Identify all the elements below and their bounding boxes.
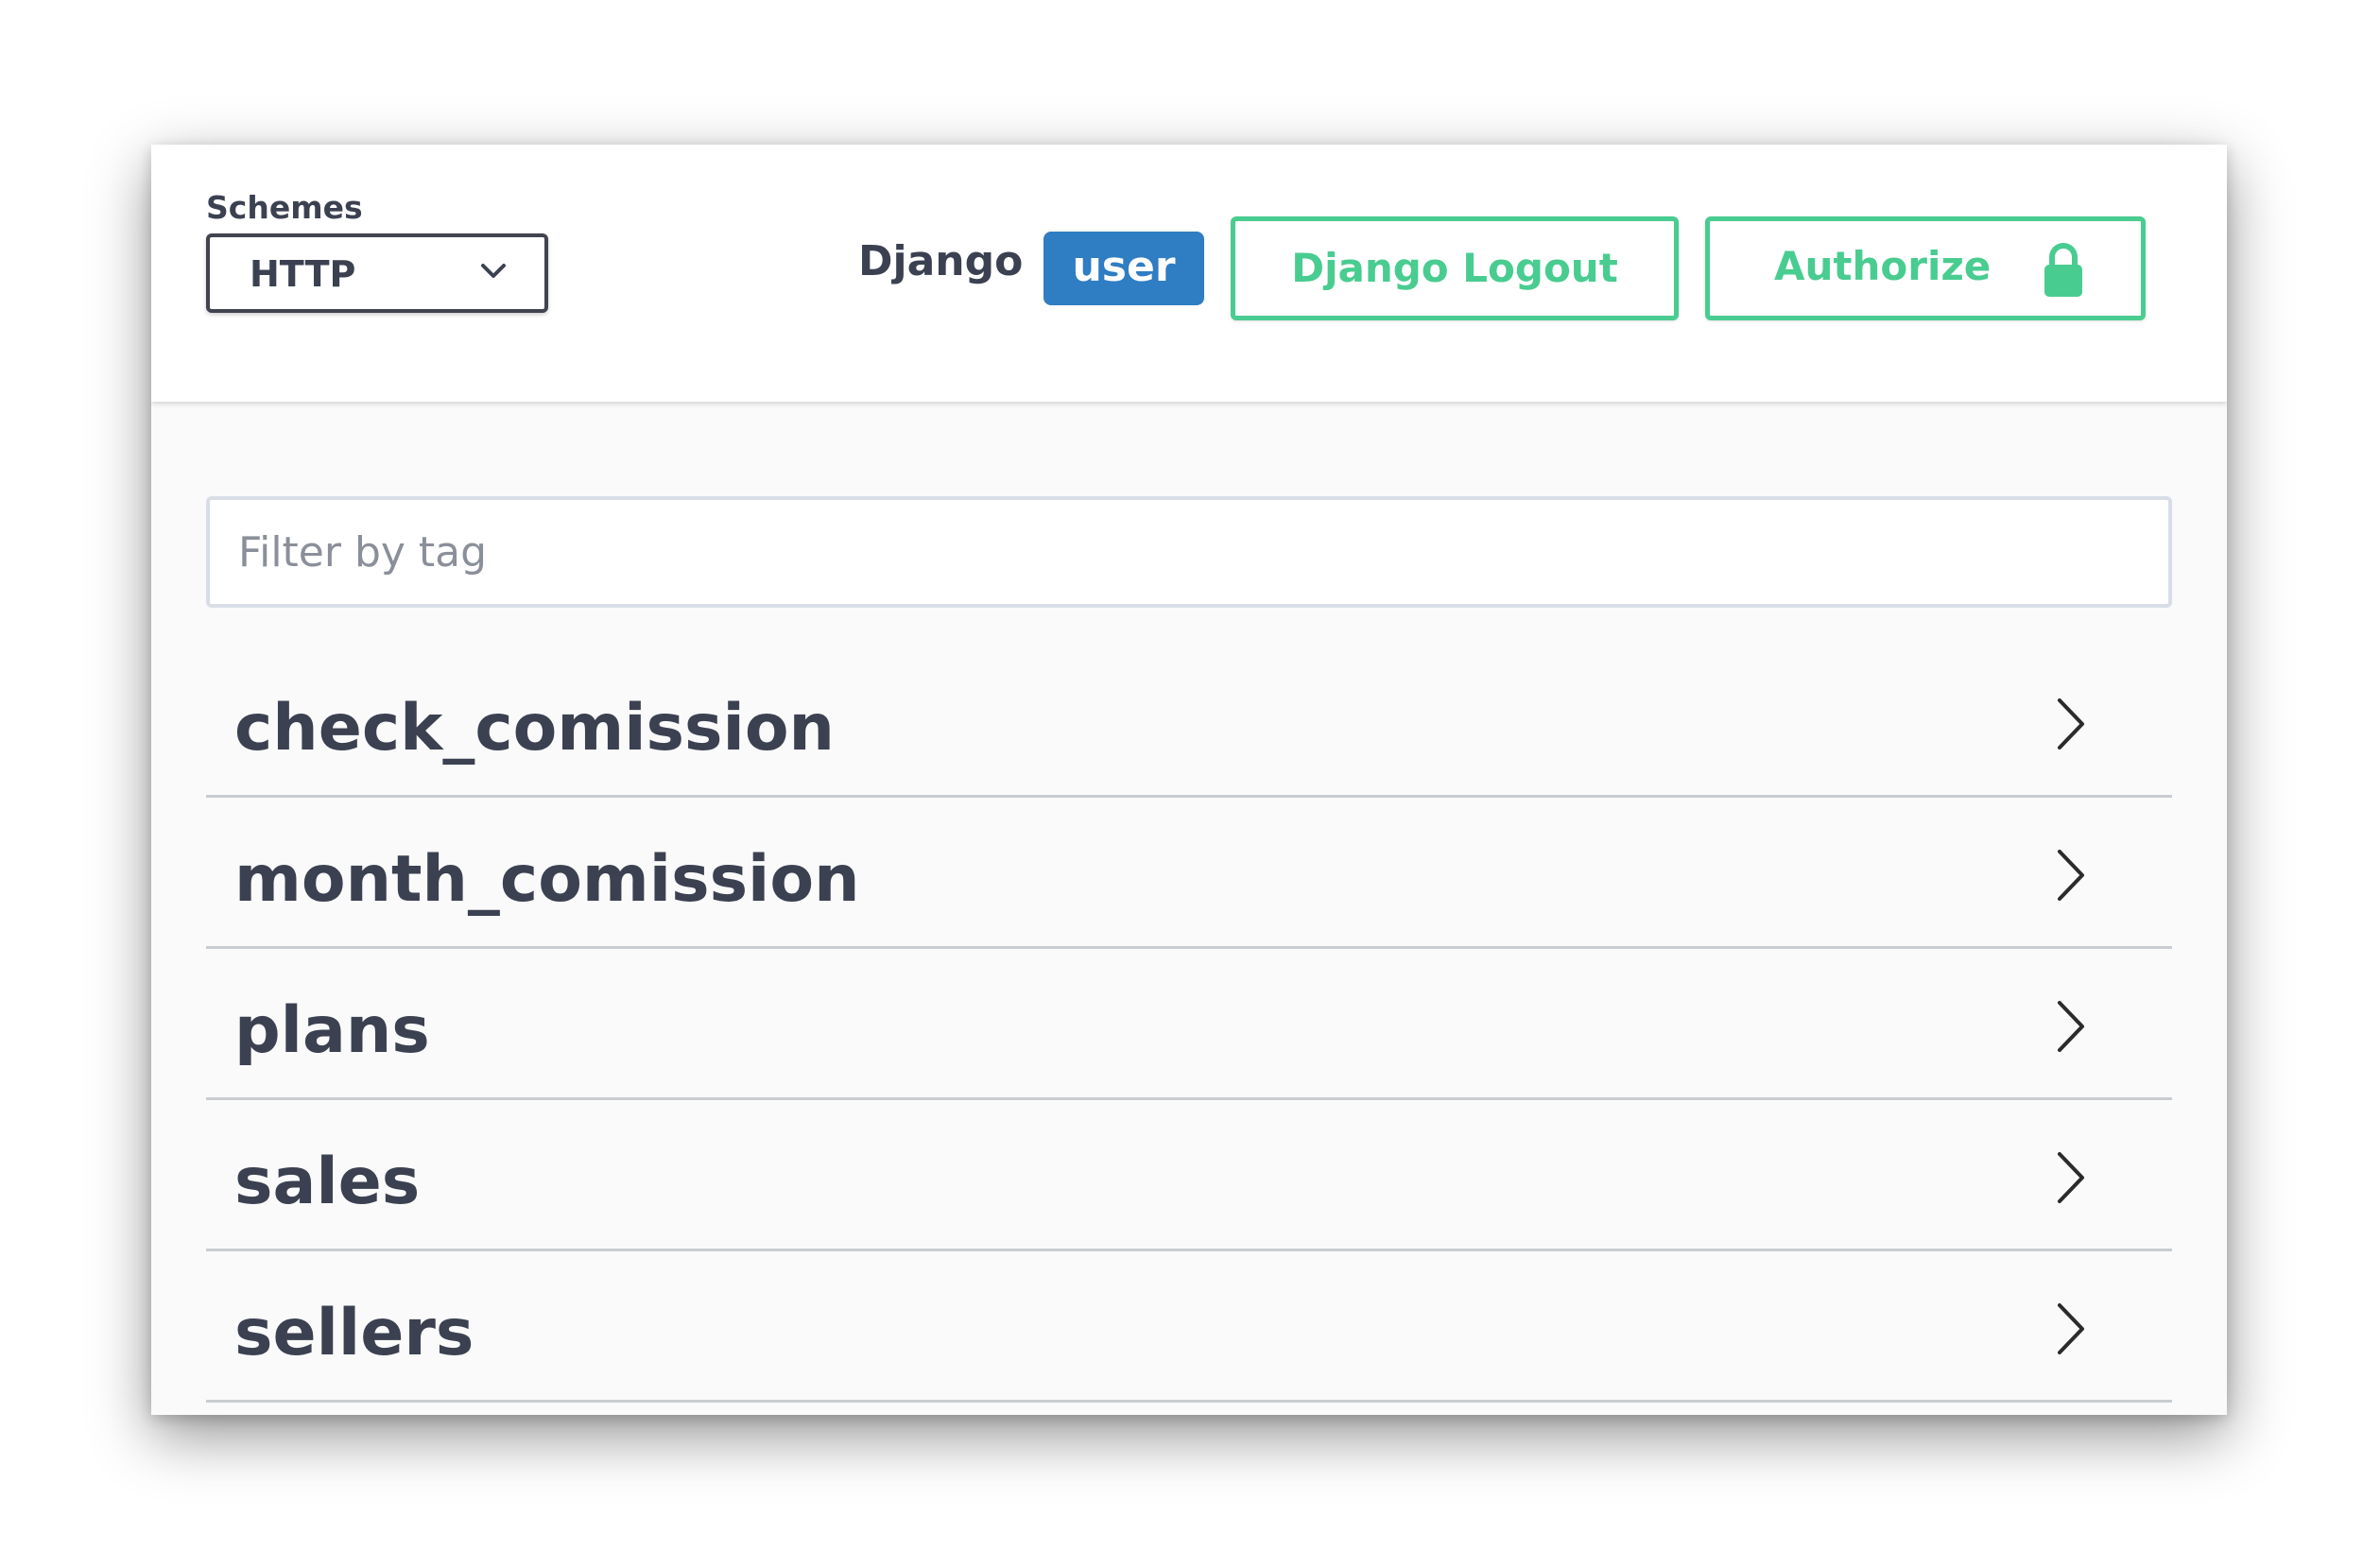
tag-label: month_comission (234, 842, 860, 917)
authorize-label: Authorize (1774, 243, 1992, 289)
authorize-button[interactable]: Authorize (1705, 216, 2146, 320)
chevron-down-icon (481, 264, 506, 278)
chevron-right-icon (2058, 698, 2084, 750)
chevron-right-icon (2058, 850, 2084, 901)
scheme-selected-value: HTTP (250, 253, 356, 295)
swagger-window: Schemes HTTP Django user Django Logout A… (151, 145, 2227, 1415)
django-label: Django (858, 237, 1024, 285)
django-logout-button[interactable]: Django Logout (1231, 216, 1679, 320)
tag-label: sellers (234, 1296, 474, 1370)
scheme-container: Schemes HTTP Django user Django Logout A… (151, 145, 2227, 402)
content-area: check_comission month_comission plans sa… (206, 496, 2172, 1405)
user-badge: user (1044, 232, 1204, 305)
schemes-select[interactable]: HTTP (206, 233, 548, 313)
schemes-label: Schemes (206, 189, 363, 226)
tag-label: plans (234, 993, 430, 1068)
chevron-right-icon (2058, 1152, 2084, 1203)
tag-list: check_comission month_comission plans sa… (206, 649, 2172, 1403)
tag-row-sellers[interactable]: sellers (206, 1254, 2172, 1403)
filter-by-tag-input[interactable] (206, 496, 2172, 608)
chevron-right-icon (2058, 1001, 2084, 1052)
tag-row-month-comission[interactable]: month_comission (206, 801, 2172, 949)
tag-label: sales (234, 1145, 421, 1219)
tag-label: check_comission (234, 691, 835, 766)
tag-row-check-comission[interactable]: check_comission (206, 649, 2172, 798)
tag-row-sales[interactable]: sales (206, 1103, 2172, 1251)
tag-row-plans[interactable]: plans (206, 952, 2172, 1100)
lock-icon (2044, 243, 2082, 297)
chevron-right-icon (2058, 1303, 2084, 1354)
